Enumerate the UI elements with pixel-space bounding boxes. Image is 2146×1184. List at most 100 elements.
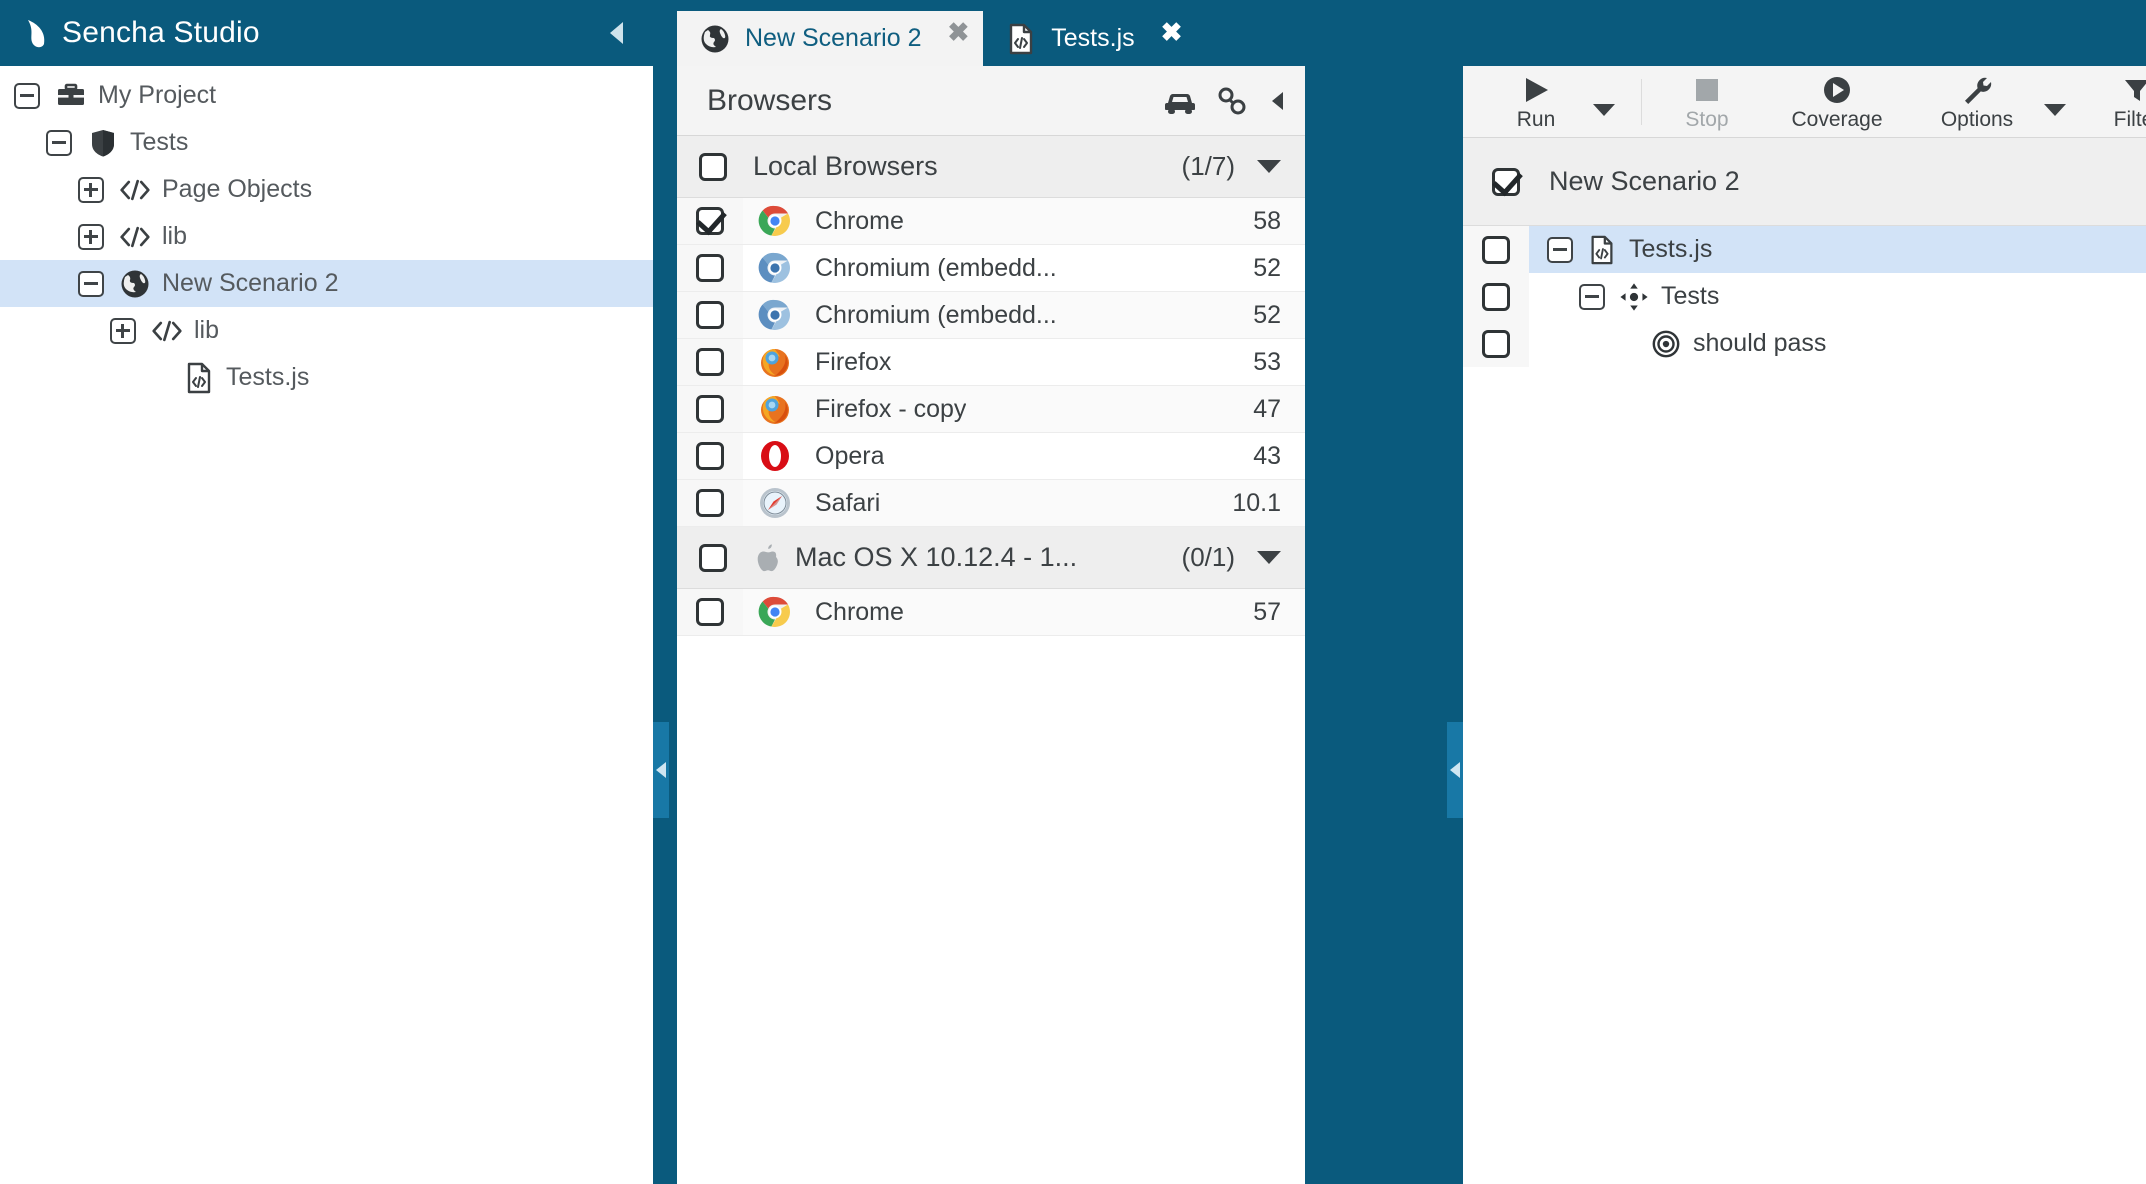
browser-row[interactable]: Chromium (embedd... 52: [677, 292, 1305, 339]
browser-row[interactable]: Chrome 57: [677, 589, 1305, 636]
filter-button[interactable]: Filter: [2082, 66, 2146, 138]
browser-checkbox[interactable]: [696, 598, 724, 626]
coverage-button[interactable]: Coverage: [1762, 66, 1912, 138]
browser-checkbox[interactable]: [696, 301, 724, 329]
results-row[interactable]: Tests.js✔: [1463, 226, 2146, 273]
results-row-content: Tests.js: [1529, 226, 2146, 273]
tree-collapse-icon[interactable]: [46, 129, 72, 156]
tree-item-page-objects[interactable]: Page Objects: [0, 166, 653, 213]
tree-item-lib[interactable]: lib: [0, 213, 653, 260]
browser-row[interactable]: Safari 10.1: [677, 480, 1305, 527]
browser-icon-wrap: [757, 485, 793, 521]
tree-item-icon-wrap: [86, 126, 120, 160]
results-row-checkbox-cell: [1463, 273, 1529, 320]
results-row-checkbox[interactable]: [1482, 329, 1510, 358]
close-icon[interactable]: ✖: [1161, 19, 1183, 45]
browser-row[interactable]: Opera 43: [677, 433, 1305, 480]
browser-version: 57: [1253, 597, 1281, 626]
collapse-left-icon[interactable]: [601, 18, 631, 48]
browser-row[interactable]: Firefox 53: [677, 339, 1305, 386]
collapse-left-icon[interactable]: [1267, 84, 1287, 118]
tree-item-label: My Project: [98, 81, 217, 109]
tree-collapse-icon[interactable]: [78, 270, 104, 297]
browser-name: Chromium (embedd...: [815, 253, 1057, 282]
browser-row[interactable]: Chrome 58: [677, 198, 1305, 245]
browser-group-row[interactable]: Local Browsers (1/7): [677, 136, 1305, 198]
options-button[interactable]: Options: [1912, 66, 2042, 138]
tree-item-tests[interactable]: Tests: [0, 119, 653, 166]
link-chain-icon[interactable]: [1215, 84, 1249, 118]
globe-icon: [119, 268, 151, 300]
browser-checkbox-cell: [677, 480, 743, 526]
stop-button[interactable]: Stop: [1652, 66, 1762, 138]
options-menu-chevron-down-icon[interactable]: [2044, 103, 2066, 116]
firefox-icon: [758, 392, 792, 426]
tree-item-tests-js[interactable]: Tests.js: [0, 354, 653, 401]
results-row-checkbox[interactable]: [1482, 282, 1510, 311]
tree-item-icon-wrap: [118, 173, 152, 207]
browser-checkbox[interactable]: [696, 207, 724, 235]
results-header-row[interactable]: New Scenario 2 58: [1463, 138, 2146, 226]
tree-item-my-project[interactable]: My Project: [0, 72, 653, 119]
tree-item-label: lib: [194, 316, 220, 344]
sidebar-splitter-collapse-handle[interactable]: [653, 722, 669, 818]
tree-item-icon-wrap: [118, 267, 152, 301]
browser-version: 10.1: [1232, 488, 1281, 517]
run-button[interactable]: Run: [1481, 66, 1591, 138]
js-file-icon: [1005, 23, 1037, 55]
results-select-all-checkbox[interactable]: [1492, 167, 1520, 196]
tree-item-lib[interactable]: lib: [0, 307, 653, 354]
chevron-down-icon[interactable]: [1257, 160, 1281, 173]
project-sidebar: Sencha Studio My Project Tests Page Obje…: [0, 0, 653, 1184]
browser-checkbox[interactable]: [696, 254, 724, 282]
tree-item-new-scenario-2[interactable]: New Scenario 2: [0, 260, 653, 307]
tree-item-icon-wrap: [182, 361, 216, 395]
chevron-down-icon[interactable]: [1257, 551, 1281, 564]
browser-checkbox[interactable]: [696, 348, 724, 376]
browser-group-name: Local Browsers: [753, 151, 938, 181]
shield-icon: [87, 127, 119, 159]
sidebar-splitter[interactable]: [653, 0, 669, 1184]
suite-diamond-icon: [1619, 282, 1649, 312]
browser-checkbox[interactable]: [696, 489, 724, 517]
browser-checkbox[interactable]: [696, 395, 724, 423]
tab-bar: New Scenario 2 ✖ Tests.js ✖: [669, 0, 1447, 66]
browsers-splitter-collapse-handle[interactable]: [1447, 722, 1463, 818]
code-icon: [119, 221, 151, 253]
browser-group-row[interactable]: Mac OS X 10.12.4 - 1... (0/1): [677, 527, 1305, 589]
toolbar-divider: [1641, 78, 1642, 125]
browser-name: Chrome: [815, 597, 904, 626]
close-icon[interactable]: ✖: [947, 19, 969, 45]
tree-expand-icon[interactable]: [78, 176, 104, 203]
results-row[interactable]: should pass✔: [1463, 320, 2146, 367]
tree-item-label: lib: [162, 222, 188, 250]
results-row-checkbox[interactable]: [1482, 235, 1510, 264]
tab-label: Tests.js: [1051, 24, 1135, 52]
coverage-play-circle-icon: [1821, 73, 1853, 107]
stop-square-icon: [1692, 73, 1722, 107]
browsers-splitter[interactable]: [1447, 0, 1463, 1184]
browser-group-checkbox[interactable]: [699, 152, 727, 181]
tree-expand-icon[interactable]: [110, 317, 136, 344]
window-header-actions: ?: [1463, 0, 2146, 66]
browsers-panel: Browsers Local Browsers (1/7) Chrome 58 …: [677, 66, 1305, 1184]
results-row-icon-wrap: [1649, 327, 1683, 361]
tree-item-icon-wrap: [150, 314, 184, 348]
tab-tests-js[interactable]: Tests.js ✖: [983, 11, 1196, 66]
run-menu-chevron-down-icon[interactable]: [1593, 103, 1615, 116]
results-row-icon-wrap: [1585, 233, 1619, 267]
results-row[interactable]: Tests✔: [1463, 273, 2146, 320]
tab-new-scenario-2[interactable]: New Scenario 2 ✖: [677, 11, 984, 66]
tree-collapse-icon[interactable]: [1547, 236, 1573, 263]
browser-name: Firefox - copy: [815, 394, 967, 423]
browser-checkbox[interactable]: [696, 442, 724, 470]
tree-collapse-icon[interactable]: [1579, 283, 1605, 310]
browser-version: 53: [1253, 347, 1281, 376]
webdriver-car-icon[interactable]: [1163, 84, 1197, 118]
tab-icon-wrap: [1005, 23, 1037, 55]
browser-group-checkbox[interactable]: [699, 543, 727, 572]
browser-row[interactable]: Firefox - copy 47: [677, 386, 1305, 433]
tree-expand-icon[interactable]: [78, 223, 104, 250]
browser-row[interactable]: Chromium (embedd... 52: [677, 245, 1305, 292]
tree-collapse-icon[interactable]: [14, 82, 40, 109]
